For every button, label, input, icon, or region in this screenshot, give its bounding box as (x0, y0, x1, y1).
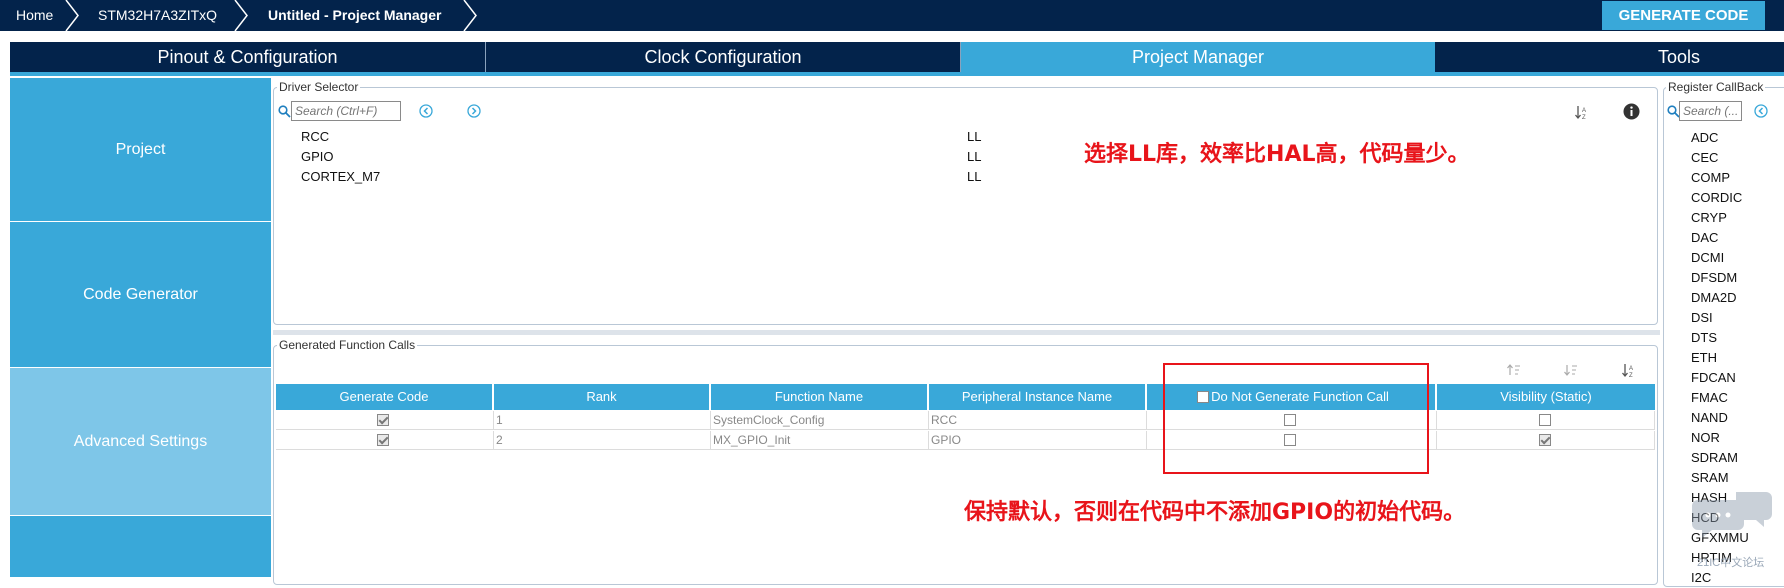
list-item[interactable]: NOR (1691, 428, 1749, 448)
register-callback-title: Register CallBack (1666, 80, 1766, 94)
driver-row-name: GPIO (301, 149, 334, 164)
breadcrumb-device[interactable]: STM32H7A3ZITxQ (98, 0, 217, 31)
search-icon (278, 105, 291, 118)
col-header-function-name[interactable]: Function Name (711, 384, 927, 410)
list-item[interactable]: DMA2D (1691, 288, 1749, 308)
list-item[interactable]: I2C (1691, 568, 1749, 588)
cell-rank: 1 (494, 411, 711, 430)
col-header-peripheral-instance[interactable]: Peripheral Instance Name (929, 384, 1145, 410)
sidebar-item-advanced-settings[interactable]: Advanced Settings (10, 368, 271, 515)
sidebar-filler (10, 516, 271, 577)
main-tabs: Pinout & Configuration Clock Configurati… (10, 42, 1784, 72)
list-item[interactable]: SDRAM (1691, 448, 1749, 468)
list-item[interactable]: FDCAN (1691, 368, 1749, 388)
previous-icon[interactable] (419, 104, 433, 118)
info-icon[interactable] (1623, 103, 1640, 120)
function-calls-group (273, 345, 1658, 585)
list-item[interactable]: ADC (1691, 128, 1749, 148)
sort-az-icon[interactable]: A Z (1621, 362, 1637, 378)
driver-annotation: 选择LL库，效率比HAL高，代码量少。 (1084, 142, 1470, 167)
driver-selector-group (273, 87, 1658, 325)
list-item[interactable]: DCMI (1691, 248, 1749, 268)
svg-text:A: A (1582, 108, 1586, 114)
cell-instance: GPIO (929, 431, 1147, 450)
chevron-right-icon (234, 0, 248, 31)
list-item[interactable]: CEC (1691, 148, 1749, 168)
list-item[interactable]: ETH (1691, 348, 1749, 368)
list-item[interactable]: DSI (1691, 308, 1749, 328)
tab-tools[interactable]: Tools (1436, 42, 1784, 72)
tab-underline (10, 72, 1784, 76)
sort-down-icon[interactable] (1563, 363, 1579, 377)
callback-search-input[interactable] (1679, 101, 1742, 121)
cell-function-name: MX_GPIO_Init (711, 431, 929, 450)
highlight-box (1163, 363, 1429, 474)
next-icon[interactable] (467, 104, 481, 118)
sidebar-item-code-generator[interactable]: Code Generator (10, 222, 271, 367)
list-item[interactable]: DAC (1691, 228, 1749, 248)
list-item[interactable]: SRAM (1691, 468, 1749, 488)
splitter[interactable] (273, 330, 1660, 335)
top-bar: Home STM32H7A3ZITxQ Untitled - Project M… (0, 0, 1784, 31)
tab-pinout[interactable]: Pinout & Configuration (10, 42, 485, 72)
previous-icon[interactable] (1754, 104, 1768, 118)
breadcrumb-home[interactable]: Home (16, 0, 53, 31)
visibility-checkbox[interactable] (1539, 434, 1551, 446)
function-annotation: 保持默认，否则在代码中不添加GPIO的初始代码。 (964, 500, 1466, 525)
driver-selector-title: Driver Selector (277, 80, 361, 94)
driver-row-value[interactable]: LL (967, 149, 981, 164)
driver-row-name: CORTEX_M7 (301, 169, 381, 184)
generate-checkbox[interactable] (377, 414, 389, 426)
list-item[interactable]: NAND (1691, 408, 1749, 428)
list-item[interactable]: COMP (1691, 168, 1749, 188)
chevron-right-icon (65, 0, 79, 31)
cell-function-name: SystemClock_Config (711, 411, 929, 430)
list-item[interactable]: CRYP (1691, 208, 1749, 228)
col-header-rank[interactable]: Rank (494, 384, 709, 410)
tab-project-manager[interactable]: Project Manager (961, 42, 1435, 72)
visibility-checkbox[interactable] (1539, 414, 1551, 426)
driver-row-value[interactable]: LL (967, 129, 981, 144)
svg-text:A: A (1629, 366, 1633, 372)
driver-row-name: RCC (301, 129, 330, 144)
driver-row-value[interactable]: LL (967, 169, 981, 184)
generate-checkbox[interactable] (377, 434, 389, 446)
sidebar-item-project[interactable]: Project (10, 78, 271, 221)
watermark-logo-icon (1692, 492, 1772, 538)
col-header-generate-code[interactable]: Generate Code (276, 384, 492, 410)
svg-text:Z: Z (1582, 115, 1586, 120)
list-item[interactable]: DTS (1691, 328, 1749, 348)
list-item[interactable]: DFSDM (1691, 268, 1749, 288)
cell-instance: RCC (929, 411, 1147, 430)
tab-clock[interactable]: Clock Configuration (486, 42, 960, 72)
list-item[interactable]: CORDIC (1691, 188, 1749, 208)
cell-rank: 2 (494, 431, 711, 450)
breadcrumb-project[interactable]: Untitled - Project Manager (268, 0, 441, 31)
watermark-text: 21IC中文论坛 (1697, 557, 1765, 569)
driver-search-input[interactable] (291, 101, 401, 121)
list-item[interactable]: FMAC (1691, 388, 1749, 408)
svg-text:Z: Z (1629, 373, 1633, 378)
generate-code-button[interactable]: GENERATE CODE (1602, 1, 1765, 30)
chevron-right-icon (463, 0, 477, 31)
sort-up-icon[interactable] (1506, 363, 1522, 377)
col-header-visibility[interactable]: Visibility (Static) (1437, 384, 1655, 410)
sort-az-icon[interactable]: A Z (1574, 104, 1590, 120)
function-calls-title: Generated Function Calls (277, 338, 418, 352)
